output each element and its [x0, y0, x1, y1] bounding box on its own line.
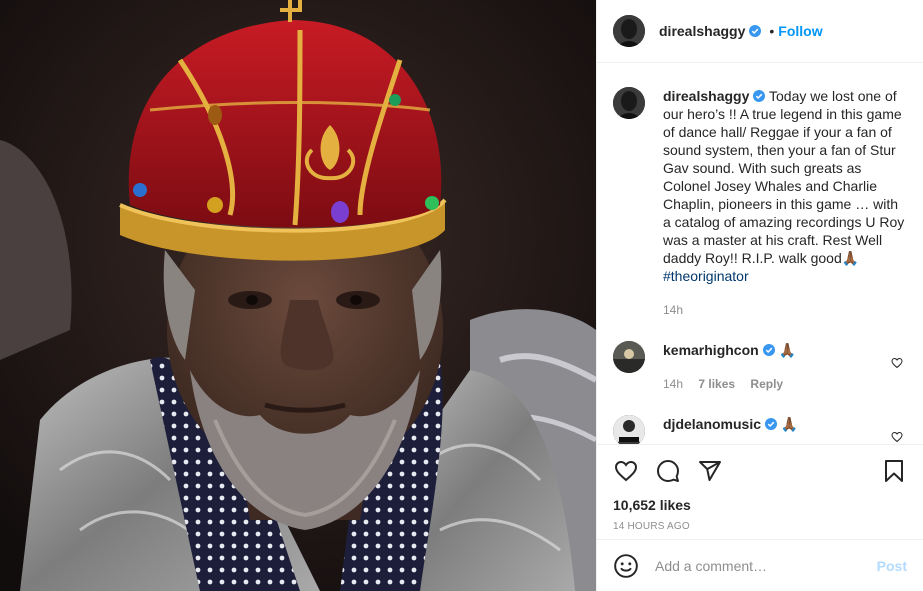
caption-meta: 14h: [663, 301, 907, 319]
post-sidebar: direalshaggy • Follow direalshaggy Today…: [596, 0, 923, 591]
comment-avatar[interactable]: [613, 341, 645, 373]
comment-avatar[interactable]: [613, 415, 645, 444]
comment-meta: 14h 7 likes Reply: [663, 375, 907, 393]
action-icons: [613, 457, 907, 484]
comment-body: djdelanomusic 🙏🏾: [663, 415, 907, 444]
caption-body: direalshaggy Today we lost one of our he…: [663, 87, 907, 319]
add-comment-bar: Add a comment… Post: [597, 539, 923, 591]
comment-body: kemarhighcon 🙏🏾 14h 7 likes Reply: [663, 341, 907, 393]
post-modal: direalshaggy • Follow direalshaggy Today…: [0, 0, 923, 591]
caption-text: Today we lost one of our hero’s !! A tru…: [663, 88, 905, 266]
comment-icon[interactable]: [655, 458, 681, 484]
bookmark-icon[interactable]: [881, 458, 907, 484]
header-separator: •: [769, 23, 775, 39]
comment-text: 🙏🏾: [778, 342, 797, 358]
comment-item: kemarhighcon 🙏🏾 14h 7 likes Reply: [613, 341, 907, 393]
avatar[interactable]: [613, 15, 645, 47]
post-header: direalshaggy • Follow: [597, 0, 923, 63]
comment-username[interactable]: djdelanomusic: [663, 416, 761, 432]
avatar-image: [613, 15, 645, 47]
comment-username[interactable]: kemarhighcon: [663, 342, 759, 358]
caption-avatar[interactable]: [613, 87, 645, 119]
comment-item: djdelanomusic 🙏🏾: [613, 415, 907, 444]
pray-emoji: 🙏🏾: [841, 250, 860, 266]
reply-button[interactable]: Reply: [750, 377, 783, 391]
caption-age[interactable]: 14h: [663, 303, 683, 317]
comment-like-heart-icon[interactable]: [891, 357, 903, 369]
caption-username[interactable]: direalshaggy: [663, 88, 749, 104]
heart-icon[interactable]: [613, 458, 639, 484]
comments-list[interactable]: direalshaggy Today we lost one of our he…: [597, 63, 923, 444]
hashtag-link[interactable]: #theoriginator: [663, 268, 749, 284]
comment-text: 🙏🏾: [780, 416, 799, 432]
emoji-icon[interactable]: [613, 553, 639, 579]
share-icon[interactable]: [697, 458, 723, 484]
comment-likes[interactable]: 7 likes: [698, 377, 735, 391]
comment-age[interactable]: 14h: [663, 377, 683, 391]
post-photo[interactable]: [0, 0, 596, 591]
avatar-image: [613, 87, 645, 119]
post-comment-button[interactable]: Post: [877, 558, 907, 574]
verified-badge-icon: [765, 418, 778, 430]
portrait-image: [0, 0, 596, 591]
avatar-image: [613, 341, 645, 373]
post-timestamp[interactable]: 14 HOURS AGO: [613, 521, 907, 532]
comment-like-heart-icon[interactable]: [891, 431, 903, 443]
likes-count[interactable]: 10,652 likes: [613, 497, 907, 513]
post-actions: 10,652 likes 14 HOURS AGO: [597, 444, 923, 532]
follow-button[interactable]: Follow: [778, 23, 822, 39]
avatar-image: [613, 415, 645, 444]
verified-badge-icon: [749, 25, 762, 37]
verified-badge-icon: [762, 344, 775, 356]
verified-badge-icon: [753, 90, 766, 102]
caption: direalshaggy Today we lost one of our he…: [613, 87, 907, 319]
comment-input[interactable]: Add a comment…: [655, 558, 877, 574]
header-username[interactable]: direalshaggy: [659, 23, 745, 39]
